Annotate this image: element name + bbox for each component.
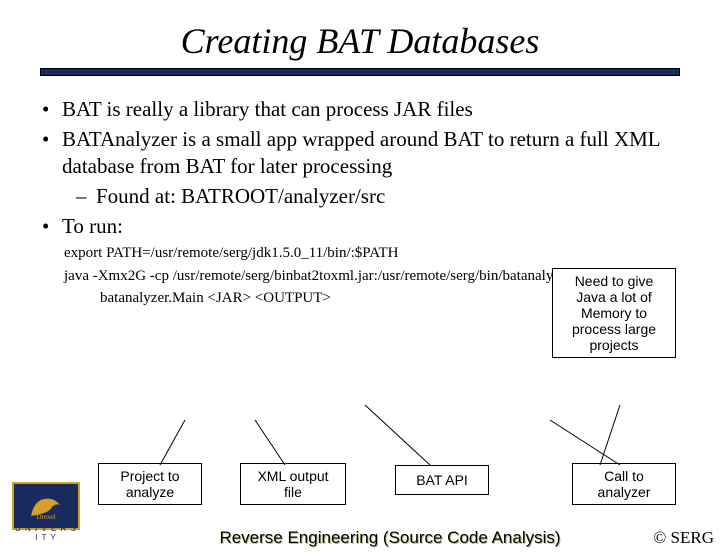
bullet-3-text: To run: — [62, 213, 680, 239]
bullet-dot-icon: • — [40, 126, 62, 152]
bullet-dot-icon: • — [40, 213, 62, 239]
callout-project: Project to analyze — [98, 463, 202, 505]
svg-text:Drexel: Drexel — [36, 513, 55, 521]
title-underline — [40, 68, 680, 76]
bullet-2-sub-text: Found at: BATROOT/analyzer/src — [96, 183, 385, 209]
copyright: © SERG — [653, 528, 714, 548]
callout-bat-api: BAT API — [395, 465, 489, 495]
bullet-1: • BAT is really a library that can proce… — [40, 96, 680, 122]
bullet-dot-icon: • — [40, 96, 62, 122]
connector-line-icon — [540, 400, 660, 470]
subbullet-dash-icon: – — [76, 183, 96, 209]
callout-memory: Need to give Java a lot of Memory to pro… — [552, 268, 676, 358]
footer-subtitle: Reverse Engineering (Source Code Analysi… — [160, 528, 620, 548]
callout-xml: XML output file — [240, 463, 346, 505]
page-title: Creating BAT Databases — [0, 20, 720, 62]
command-line-1: export PATH=/usr/remote/serg/jdk1.5.0_11… — [64, 243, 680, 263]
bullet-2-text: BATAnalyzer is a small app wrapped aroun… — [62, 126, 680, 179]
drexel-logo: Drexel — [12, 482, 80, 530]
dragon-icon: Drexel — [26, 491, 66, 521]
connector-line-icon — [360, 400, 480, 470]
bullet-2-sub: – Found at: BATROOT/analyzer/src — [76, 183, 680, 209]
bullet-2: • BATAnalyzer is a small app wrapped aro… — [40, 126, 680, 179]
drexel-logo-label: U N I V E R S I T Y — [14, 524, 78, 542]
bullet-3: • To run: — [40, 213, 680, 239]
callout-analyzer: Call to analyzer — [572, 463, 676, 505]
bullet-1-text: BAT is really a library that can process… — [62, 96, 680, 122]
